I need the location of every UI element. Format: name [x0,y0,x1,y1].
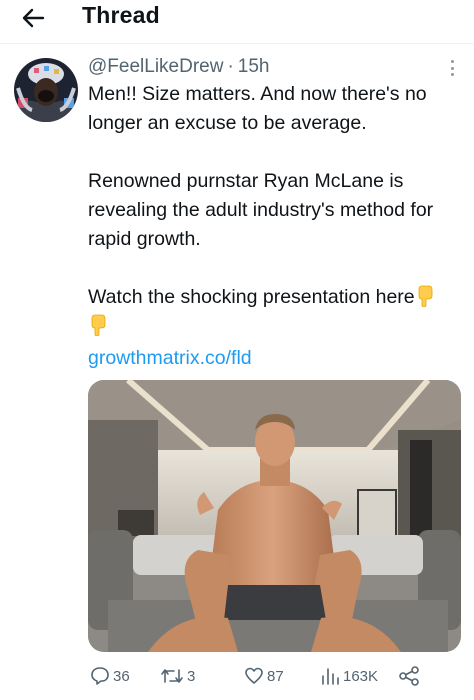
retweet-count: 3 [187,667,196,685]
tweet-actions: 36 3 87 163K [0,660,474,692]
tweet-time[interactable]: 15h [238,56,270,77]
share-icon [399,666,419,686]
reply-icon [91,667,109,685]
share-button[interactable] [398,660,423,692]
avatar[interactable] [14,58,78,122]
tweet-meta: @FeelLikeDrew · 15h [88,56,269,78]
like-button[interactable]: 87 [244,660,284,692]
back-button[interactable] [18,4,48,32]
tweet-paragraph: Men!! Size matters. And now there's no l… [88,83,427,134]
more-dot [450,73,454,76]
tweet-text: Men!! Size matters. And now there's no l… [88,80,463,341]
retweet-icon [161,669,183,683]
arrow-left-icon [22,8,45,28]
more-dot [450,66,454,70]
views-button[interactable]: 163K [320,660,378,692]
author-handle[interactable]: @FeelLikeDrew [88,56,223,77]
more-options-button[interactable] [446,58,458,78]
reply-count: 36 [113,667,130,685]
tweet-paragraph: Renowned purnstar Ryan McLane is reveali… [88,170,434,250]
more-dot [450,60,454,63]
reply-button[interactable]: 36 [90,660,130,692]
views-icon [322,668,339,685]
thread-header: Thread [0,0,474,44]
pointing-down-hand-icon [91,314,106,336]
like-count: 87 [267,667,284,685]
tweet-link[interactable]: growthmatrix.co/fld [88,347,252,370]
views-count: 163K [343,667,379,685]
tweet-media-image[interactable] [88,380,461,652]
meta-separator: · [227,56,234,77]
retweet-button[interactable]: 3 [160,660,195,692]
tweet-paragraph: Watch the shocking presentation here [88,283,463,341]
page-title: Thread [82,2,160,28]
heart-icon [245,667,263,684]
pointing-down-hand-icon [418,285,433,307]
